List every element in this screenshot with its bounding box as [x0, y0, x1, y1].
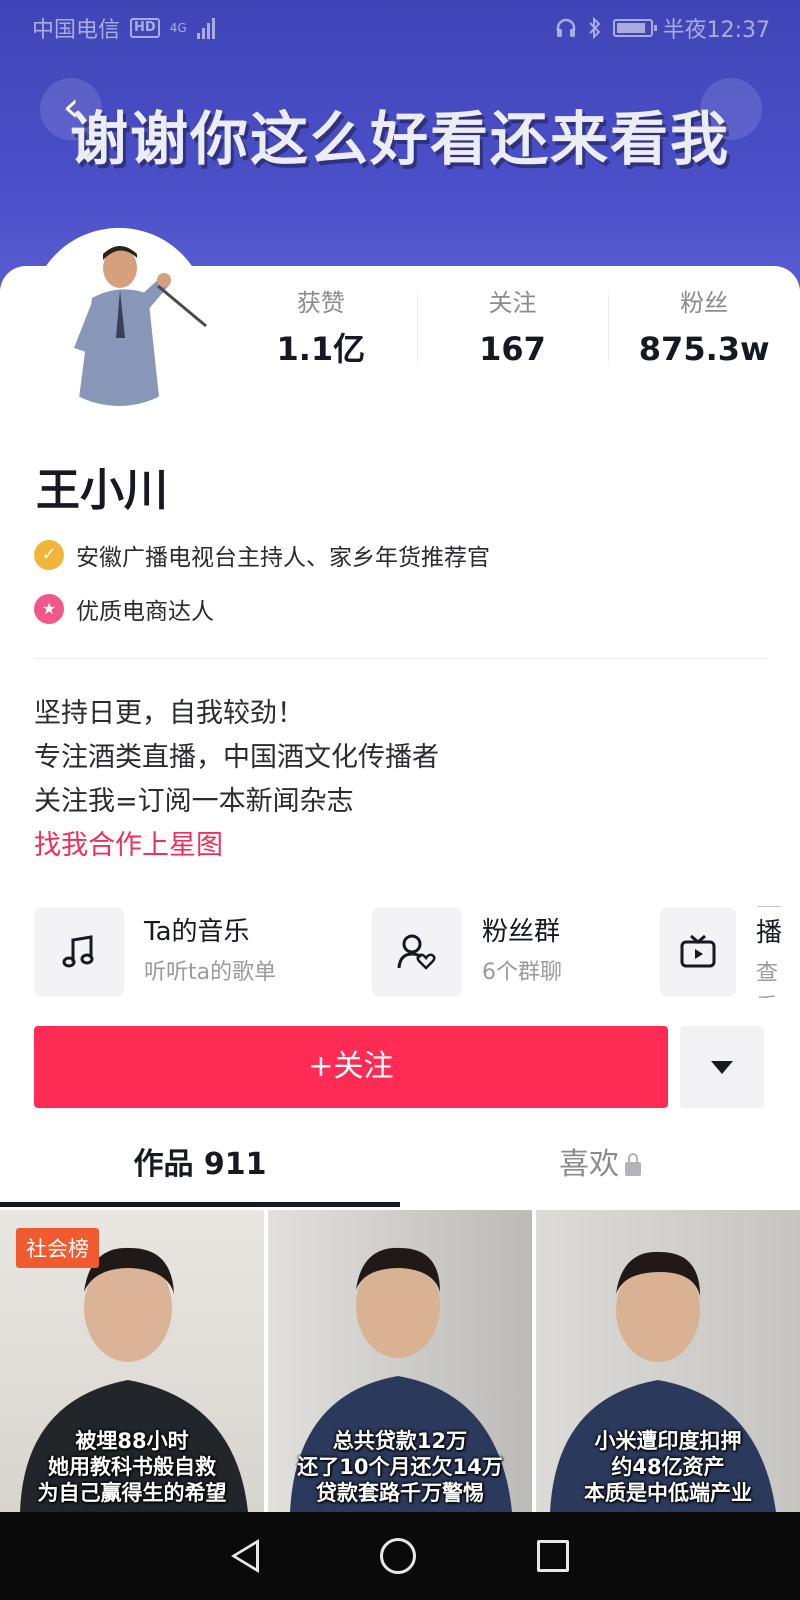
caption-line: 小米遭印度扣押 [594, 1429, 742, 1453]
tab-label: 作品 911 [133, 1147, 267, 1182]
caret-down-icon[interactable] [680, 1026, 764, 1108]
bio-line: 坚持日更，自我较劲！ [34, 698, 304, 729]
tv-live-icon [660, 907, 737, 997]
headphones-icon [556, 18, 575, 37]
stat-value: 167 [479, 330, 546, 368]
fan-group-icon [372, 907, 462, 997]
tab-label: 喜欢 [559, 1147, 619, 1182]
bio-cooperation-link[interactable]: 找我合作上星图 [34, 824, 439, 868]
verification-row: ✓ 安徽广播电视台主持人、家乡年货推荐官 [34, 538, 490, 572]
function-cards: Ta的音乐 听听ta的歌单 粉丝群 6个群聊 直播 查看 [34, 906, 800, 998]
caption-line: 约48亿资产 [611, 1455, 725, 1479]
profile-stats: 获赞 1.1亿 关注 167 粉丝 875.3w [225, 286, 800, 376]
caption-line: 她用教科书般自救 [48, 1455, 216, 1479]
profile-nickname: 王小川 [36, 465, 168, 516]
stat-label: 粉丝 [680, 289, 729, 317]
avatar[interactable] [30, 228, 208, 406]
caption-line: 本质是中低端产业 [584, 1481, 752, 1505]
status-right: 半夜12:37 [555, 12, 770, 44]
tab-likes[interactable]: 喜欢 [400, 1132, 800, 1206]
merchant-badge-text: 优质电商达人 [76, 599, 214, 625]
nav-home-icon[interactable] [379, 1538, 416, 1574]
card-subtitle: 查看 [756, 961, 779, 998]
verification-text: 安徽广播电视台主持人、家乡年货推荐官 [76, 545, 490, 571]
stat-value: 1.1亿 [276, 330, 366, 368]
content-tabs: 作品 911 喜欢 [0, 1132, 800, 1210]
system-nav-bar [0, 1512, 800, 1600]
nav-back-icon[interactable] [230, 1539, 259, 1573]
live-card[interactable]: 直播 查看 [660, 906, 800, 998]
video-caption: 总共贷款12万 还了10个月还欠14万 贷款套路千万警惕 [268, 1428, 532, 1506]
lock-icon [625, 1153, 641, 1176]
card-subtitle: 听听ta的歌单 [144, 960, 277, 985]
status-bar: 中国电信 HD 4G 半夜12:37 [0, 0, 800, 56]
clock: 半夜12:37 [662, 18, 770, 43]
video-thumbnail[interactable]: 总共贷款12万 还了10个月还欠14万 贷款套路千万警惕 [268, 1210, 532, 1512]
follow-button[interactable]: +关注 [34, 1026, 668, 1108]
caption-line: 还了10个月还欠14万 [297, 1455, 503, 1479]
music-card[interactable]: Ta的音乐 听听ta的歌单 [34, 906, 276, 998]
card-subtitle: 6个群聊 [482, 960, 562, 985]
music-note-icon [34, 907, 124, 997]
profile-bio: 坚持日更，自我较劲！ 专注酒类直播，中国酒文化传播者 关注我=订阅一本新闻杂志 … [34, 692, 439, 868]
video-grid: 社会榜 被埋88小时 她用教科书般自救 为自己赢得生的希望 总共贷款12万 还了… [0, 1210, 800, 1512]
ranking-tag: 社会榜 [16, 1228, 99, 1268]
banner-slogan: 谢谢你这么好看还来看我 [69, 105, 730, 173]
caption-line: 总共贷款12万 [332, 1429, 468, 1453]
caption-line: 被埋88小时 [75, 1429, 189, 1453]
star-badge-icon: ★ [34, 594, 64, 624]
nav-recents-icon[interactable] [537, 1540, 570, 1572]
network-label: 4G [169, 21, 187, 35]
fan-group-card[interactable]: 粉丝群 6个群聊 [372, 906, 562, 998]
bluetooth-icon [588, 16, 601, 40]
card-title: 粉丝群 [482, 917, 561, 947]
caption-line: 贷款套路千万警惕 [316, 1481, 484, 1505]
merchant-badge-row[interactable]: ★ 优质电商达人 [34, 592, 214, 626]
stat-likes[interactable]: 获赞 1.1亿 [225, 286, 417, 376]
card-title: 直播 [756, 906, 783, 948]
video-caption: 小米遭印度扣押 约48亿资产 本质是中低端产业 [536, 1428, 800, 1506]
verified-check-icon: ✓ [34, 540, 64, 570]
bio-line: 关注我=订阅一本新闻杂志 [34, 786, 354, 817]
bio-line: 专注酒类直播，中国酒文化传播者 [34, 742, 439, 773]
card-title: Ta的音乐 [144, 917, 250, 947]
hd-icon: HD [130, 18, 160, 38]
avatar-image [30, 228, 208, 406]
carrier-label: 中国电信 [32, 18, 121, 43]
battery-icon [612, 19, 657, 37]
stat-value: 875.3w [638, 330, 770, 368]
tab-works[interactable]: 作品 911 [0, 1132, 400, 1206]
video-caption: 被埋88小时 她用教科书般自救 为自己赢得生的希望 [0, 1428, 264, 1506]
stat-label: 关注 [488, 289, 537, 317]
stat-following[interactable]: 关注 167 [416, 286, 609, 376]
status-left: 中国电信 HD 4G [32, 12, 215, 44]
video-thumbnail[interactable]: 小米遭印度扣押 约48亿资产 本质是中低端产业 [536, 1210, 800, 1512]
caption-line: 为自己赢得生的希望 [37, 1481, 227, 1505]
video-thumbnail[interactable]: 社会榜 被埋88小时 她用教科书般自救 为自己赢得生的希望 [0, 1210, 264, 1512]
divider [34, 658, 768, 659]
stat-label: 获赞 [296, 289, 345, 317]
signal-icon [196, 17, 215, 39]
stat-followers[interactable]: 粉丝 875.3w [608, 286, 800, 376]
active-tab-indicator [0, 1202, 400, 1207]
